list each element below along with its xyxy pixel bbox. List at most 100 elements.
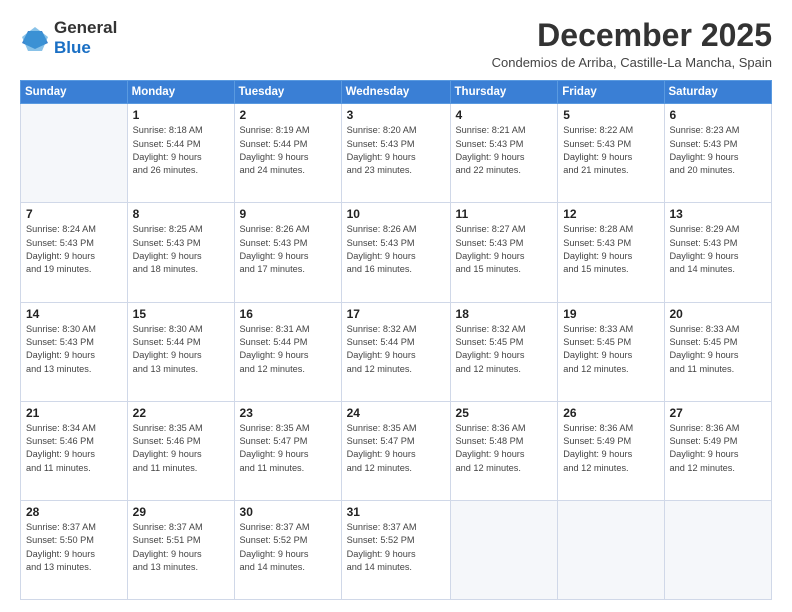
weekday-header-friday: Friday: [558, 81, 664, 104]
day-number: 4: [456, 108, 553, 122]
calendar-cell: [450, 500, 558, 599]
calendar-cell: 4 Sunrise: 8:21 AM Sunset: 5:43 PM Daylig…: [450, 104, 558, 203]
calendar-cell: 19 Sunrise: 8:33 AM Sunset: 5:45 PM Dayli…: [558, 302, 664, 401]
calendar-cell: 8Sunrise: 8:25 AM Sunset: 5:43 PM Daylig…: [127, 203, 234, 302]
calendar-cell: 24 Sunrise: 8:35 AM Sunset: 5:47 PM Dayli…: [341, 401, 450, 500]
day-number: 16: [240, 307, 336, 321]
day-number: 10: [347, 207, 445, 221]
day-info: Sunrise: 8:23 AM Sunset: 5:43 PM Dayligh…: [670, 124, 767, 177]
calendar-cell: 7Sunrise: 8:24 AM Sunset: 5:43 PM Daylig…: [21, 203, 128, 302]
calendar-cell: 27 Sunrise: 8:36 AM Sunset: 5:49 PM Dayli…: [664, 401, 772, 500]
day-number: 12: [563, 207, 658, 221]
calendar-cell: 2 Sunrise: 8:19 AM Sunset: 5:44 PM Daylig…: [234, 104, 341, 203]
calendar-cell: 22 Sunrise: 8:35 AM Sunset: 5:46 PM Dayli…: [127, 401, 234, 500]
day-number: 18: [456, 307, 553, 321]
calendar-cell: 25Sunrise: 8:36 AM Sunset: 5:48 PM Dayli…: [450, 401, 558, 500]
day-number: 21: [26, 406, 122, 420]
calendar-cell: [558, 500, 664, 599]
weekday-header-row: SundayMondayTuesdayWednesdayThursdayFrid…: [21, 81, 772, 104]
day-info: Sunrise: 8:24 AM Sunset: 5:43 PM Dayligh…: [26, 223, 122, 276]
calendar-cell: 5 Sunrise: 8:22 AM Sunset: 5:43 PM Daylig…: [558, 104, 664, 203]
weekday-header-wednesday: Wednesday: [341, 81, 450, 104]
day-info: Sunrise: 8:19 AM Sunset: 5:44 PM Dayligh…: [240, 124, 336, 177]
calendar-cell: 10 Sunrise: 8:26 AM Sunset: 5:43 PM Dayli…: [341, 203, 450, 302]
calendar-cell: 31 Sunrise: 8:37 AM Sunset: 5:52 PM Dayli…: [341, 500, 450, 599]
day-number: 5: [563, 108, 658, 122]
day-info: Sunrise: 8:28 AM Sunset: 5:43 PM Dayligh…: [563, 223, 658, 276]
day-number: 27: [670, 406, 767, 420]
day-number: 1: [133, 108, 229, 122]
day-number: 19: [563, 307, 658, 321]
calendar-cell: 3 Sunrise: 8:20 AM Sunset: 5:43 PM Daylig…: [341, 104, 450, 203]
day-info: Sunrise: 8:18 AM Sunset: 5:44 PM Dayligh…: [133, 124, 229, 177]
day-number: 13: [670, 207, 767, 221]
day-number: 28: [26, 505, 122, 519]
day-number: 24: [347, 406, 445, 420]
calendar-cell: 17 Sunrise: 8:32 AM Sunset: 5:44 PM Dayli…: [341, 302, 450, 401]
day-number: 22: [133, 406, 229, 420]
calendar-week-row: 21Sunrise: 8:34 AM Sunset: 5:46 PM Dayli…: [21, 401, 772, 500]
day-info: Sunrise: 8:30 AM Sunset: 5:43 PM Dayligh…: [26, 323, 122, 376]
day-info: Sunrise: 8:37 AM Sunset: 5:50 PM Dayligh…: [26, 521, 122, 574]
day-info: Sunrise: 8:26 AM Sunset: 5:43 PM Dayligh…: [240, 223, 336, 276]
calendar-cell: 6 Sunrise: 8:23 AM Sunset: 5:43 PM Daylig…: [664, 104, 772, 203]
day-number: 30: [240, 505, 336, 519]
calendar-cell: 30 Sunrise: 8:37 AM Sunset: 5:52 PM Dayli…: [234, 500, 341, 599]
logo-icon: [20, 23, 50, 53]
logo-general: General: [54, 18, 117, 38]
subtitle: Condemios de Arriba, Castille-La Mancha,…: [492, 55, 772, 70]
day-number: 29: [133, 505, 229, 519]
day-info: Sunrise: 8:37 AM Sunset: 5:52 PM Dayligh…: [347, 521, 445, 574]
page: General Blue December 2025 Condemios de …: [0, 0, 792, 612]
day-info: Sunrise: 8:36 AM Sunset: 5:49 PM Dayligh…: [670, 422, 767, 475]
day-info: Sunrise: 8:33 AM Sunset: 5:45 PM Dayligh…: [563, 323, 658, 376]
day-info: Sunrise: 8:29 AM Sunset: 5:43 PM Dayligh…: [670, 223, 767, 276]
day-info: Sunrise: 8:32 AM Sunset: 5:44 PM Dayligh…: [347, 323, 445, 376]
day-number: 6: [670, 108, 767, 122]
day-info: Sunrise: 8:36 AM Sunset: 5:48 PM Dayligh…: [456, 422, 553, 475]
logo-text: General Blue: [54, 18, 117, 59]
weekday-header-monday: Monday: [127, 81, 234, 104]
calendar-week-row: 1 Sunrise: 8:18 AM Sunset: 5:44 PM Daylig…: [21, 104, 772, 203]
day-number: 20: [670, 307, 767, 321]
calendar-week-row: 7Sunrise: 8:24 AM Sunset: 5:43 PM Daylig…: [21, 203, 772, 302]
day-number: 9: [240, 207, 336, 221]
calendar-cell: 11 Sunrise: 8:27 AM Sunset: 5:43 PM Dayli…: [450, 203, 558, 302]
day-number: 15: [133, 307, 229, 321]
logo-blue: Blue: [54, 38, 117, 58]
calendar-cell: 20Sunrise: 8:33 AM Sunset: 5:45 PM Dayli…: [664, 302, 772, 401]
day-number: 2: [240, 108, 336, 122]
calendar-cell: [21, 104, 128, 203]
day-info: Sunrise: 8:37 AM Sunset: 5:51 PM Dayligh…: [133, 521, 229, 574]
calendar-cell: 26Sunrise: 8:36 AM Sunset: 5:49 PM Dayli…: [558, 401, 664, 500]
day-info: Sunrise: 8:30 AM Sunset: 5:44 PM Dayligh…: [133, 323, 229, 376]
day-info: Sunrise: 8:22 AM Sunset: 5:43 PM Dayligh…: [563, 124, 658, 177]
day-info: Sunrise: 8:21 AM Sunset: 5:43 PM Dayligh…: [456, 124, 553, 177]
day-info: Sunrise: 8:37 AM Sunset: 5:52 PM Dayligh…: [240, 521, 336, 574]
day-number: 8: [133, 207, 229, 221]
day-number: 3: [347, 108, 445, 122]
logo: General Blue: [20, 18, 117, 59]
calendar-cell: 13 Sunrise: 8:29 AM Sunset: 5:43 PM Dayli…: [664, 203, 772, 302]
calendar-cell: 12 Sunrise: 8:28 AM Sunset: 5:43 PM Dayli…: [558, 203, 664, 302]
calendar-cell: 14 Sunrise: 8:30 AM Sunset: 5:43 PM Dayli…: [21, 302, 128, 401]
calendar-cell: 29 Sunrise: 8:37 AM Sunset: 5:51 PM Dayli…: [127, 500, 234, 599]
day-info: Sunrise: 8:35 AM Sunset: 5:46 PM Dayligh…: [133, 422, 229, 475]
calendar-cell: 9 Sunrise: 8:26 AM Sunset: 5:43 PM Daylig…: [234, 203, 341, 302]
day-info: Sunrise: 8:27 AM Sunset: 5:43 PM Dayligh…: [456, 223, 553, 276]
weekday-header-tuesday: Tuesday: [234, 81, 341, 104]
title-section: December 2025 Condemios de Arriba, Casti…: [492, 18, 772, 70]
day-info: Sunrise: 8:36 AM Sunset: 5:49 PM Dayligh…: [563, 422, 658, 475]
day-number: 23: [240, 406, 336, 420]
day-info: Sunrise: 8:35 AM Sunset: 5:47 PM Dayligh…: [347, 422, 445, 475]
day-number: 11: [456, 207, 553, 221]
day-info: Sunrise: 8:20 AM Sunset: 5:43 PM Dayligh…: [347, 124, 445, 177]
day-number: 17: [347, 307, 445, 321]
day-number: 14: [26, 307, 122, 321]
calendar-cell: 18Sunrise: 8:32 AM Sunset: 5:45 PM Dayli…: [450, 302, 558, 401]
calendar-week-row: 14 Sunrise: 8:30 AM Sunset: 5:43 PM Dayli…: [21, 302, 772, 401]
calendar-week-row: 28 Sunrise: 8:37 AM Sunset: 5:50 PM Dayli…: [21, 500, 772, 599]
day-number: 31: [347, 505, 445, 519]
day-info: Sunrise: 8:26 AM Sunset: 5:43 PM Dayligh…: [347, 223, 445, 276]
day-info: Sunrise: 8:35 AM Sunset: 5:47 PM Dayligh…: [240, 422, 336, 475]
